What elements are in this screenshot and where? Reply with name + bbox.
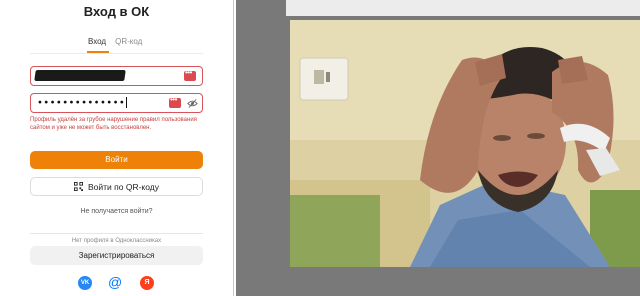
image-viewer-strip (286, 0, 640, 16)
panel-border (0, 0, 234, 296)
meme-photo (290, 20, 640, 267)
photo-illustration (290, 20, 640, 267)
